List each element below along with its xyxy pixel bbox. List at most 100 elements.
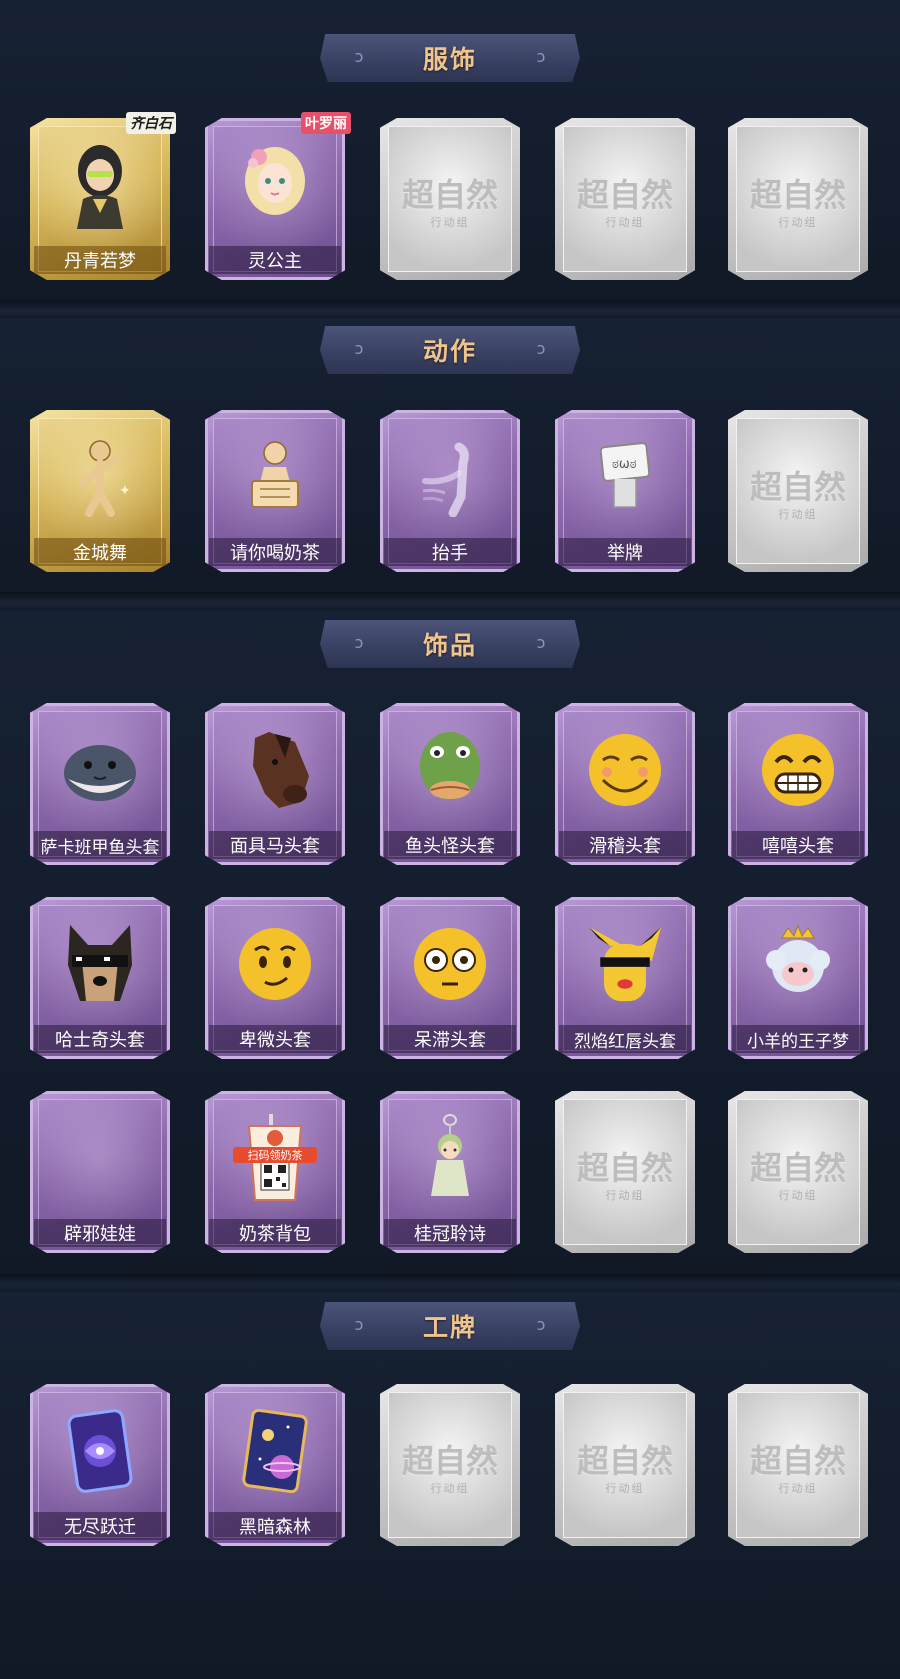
- action-card-4[interactable]: ಠωಠ 举牌: [555, 410, 695, 572]
- fish-head-icon: [60, 725, 140, 815]
- swirl-icon: ↄ: [354, 1315, 364, 1334]
- placeholder-sub: 行动组: [430, 216, 470, 229]
- placeholder-logo: 超自然: [749, 468, 846, 506]
- placeholder-sub: 行动组: [778, 1189, 818, 1202]
- card-label: 萨卡班甲鱼头套: [34, 831, 166, 859]
- locked-placeholder: 超自然 行动组: [555, 170, 695, 230]
- card-label: 辟邪娃娃: [34, 1219, 166, 1247]
- character-portrait-icon: [235, 140, 315, 230]
- accessory-card[interactable]: 桂冠聆诗: [380, 1091, 520, 1253]
- placeholder-logo: 超自然: [576, 1442, 673, 1480]
- section-header-badge: ↄ ↄ 工牌: [320, 1302, 580, 1350]
- locked-placeholder: 超自然 行动组: [728, 1143, 868, 1203]
- locked-placeholder: 超自然 行动组: [728, 170, 868, 230]
- charm-pendant-icon: [410, 1113, 490, 1203]
- card-label: 抬手: [384, 538, 516, 566]
- accessory-card[interactable]: 面具马头套: [205, 703, 345, 865]
- card-label: 卑微头套: [209, 1025, 341, 1053]
- svg-text:✦: ✦: [119, 483, 131, 499]
- character-portrait-icon: [60, 140, 140, 230]
- card-label: 举牌: [559, 538, 691, 566]
- card-label: 呆滞头套: [384, 1025, 516, 1053]
- locked-card: 超自然 行动组: [555, 118, 695, 280]
- accessory-card[interactable]: 鱼头怪头套: [380, 703, 520, 865]
- section-header-costume: ↄ ↄ 服饰: [320, 34, 580, 82]
- action-card-2[interactable]: 请你喝奶茶: [205, 410, 345, 572]
- placeholder-logo: 超自然: [749, 176, 846, 214]
- badge-card-2[interactable]: 黑暗森林: [205, 1384, 345, 1546]
- locked-placeholder: 超自然 行动组: [728, 462, 868, 522]
- badge-card-1[interactable]: 无尽跃迁: [30, 1384, 170, 1546]
- placeholder-sub: 行动组: [430, 1482, 470, 1495]
- card-label: 灵公主: [209, 246, 341, 274]
- locked-card: 超自然 行动组: [380, 1384, 520, 1546]
- placeholder-logo: 超自然: [576, 1149, 673, 1187]
- dog-head-icon: [60, 919, 140, 1009]
- locked-card: 超自然 行动组: [555, 1091, 695, 1253]
- placeholder-sub: 行动组: [605, 216, 645, 229]
- accessory-card[interactable]: 滑稽头套: [555, 703, 695, 865]
- locked-placeholder: 超自然 行动组: [555, 1143, 695, 1203]
- section-header-accessory: ↄ ↄ 饰品: [320, 620, 580, 668]
- locked-card: 超自然 行动组: [380, 118, 520, 280]
- card-label: 金城舞: [34, 538, 166, 566]
- locked-card: 超自然 行动组: [728, 1091, 868, 1253]
- grin-face-icon: [758, 725, 838, 815]
- sheep-crown-icon: [758, 919, 838, 1009]
- swirl-icon: ↄ: [536, 339, 546, 358]
- swirl-icon: ↄ: [354, 339, 364, 358]
- accessory-card[interactable]: 卑微头套: [205, 897, 345, 1059]
- placeholder-sub: 行动组: [778, 508, 818, 521]
- locked-placeholder: 超自然 行动组: [380, 1436, 520, 1496]
- card-label: 烈焰红唇头套: [559, 1025, 691, 1053]
- card-label: 奶茶背包: [209, 1219, 341, 1247]
- funny-face-icon: [585, 725, 665, 815]
- placeholder-logo: 超自然: [749, 1149, 846, 1187]
- sign-board-icon: ಠωಠ: [585, 432, 665, 522]
- placeholder-logo: 超自然: [576, 176, 673, 214]
- humble-face-icon: [235, 919, 315, 1009]
- action-card-1[interactable]: ✦ 金城舞: [30, 410, 170, 572]
- yellow-mask-icon: [585, 919, 665, 1009]
- svg-text:ಠωಠ: ಠωಠ: [612, 457, 637, 472]
- card-label: 哈士奇头套: [34, 1025, 166, 1053]
- card-label: 小羊的王子梦: [732, 1025, 864, 1053]
- brand-tag: 叶罗丽: [301, 112, 351, 134]
- swirl-icon: ↄ: [536, 47, 546, 66]
- galaxy-card-icon: [60, 1406, 140, 1496]
- placeholder-logo: 超自然: [401, 176, 498, 214]
- fish-monster-icon: [410, 725, 490, 815]
- accessory-card[interactable]: 烈焰红唇头套: [555, 897, 695, 1059]
- placeholder-logo: 超自然: [401, 1442, 498, 1480]
- accessory-card[interactable]: 呆滞头套: [380, 897, 520, 1059]
- horse-head-icon: [235, 725, 315, 815]
- swirl-icon: ↄ: [536, 1315, 546, 1334]
- card-label: 请你喝奶茶: [209, 538, 341, 566]
- locked-placeholder: 超自然 行动组: [728, 1436, 868, 1496]
- card-label: 嘻嘻头套: [732, 831, 864, 859]
- action-card-3[interactable]: 抬手: [380, 410, 520, 572]
- stunned-face-icon: [410, 919, 490, 1009]
- placeholder-sub: 行动组: [605, 1482, 645, 1495]
- milk-tea-bag-icon: 扫码领奶茶: [233, 1113, 317, 1203]
- accessory-card[interactable]: 小羊的王子梦: [728, 897, 868, 1059]
- locked-placeholder: 超自然 行动组: [380, 170, 520, 230]
- accessory-card[interactable]: 嘻嘻头套: [728, 703, 868, 865]
- swirl-icon: ↄ: [354, 47, 364, 66]
- accessory-card[interactable]: 萨卡班甲鱼头套: [30, 703, 170, 865]
- accessory-card[interactable]: 哈士奇头套: [30, 897, 170, 1059]
- card-label: 无尽跃迁: [34, 1512, 166, 1540]
- card-label: 桂冠聆诗: [384, 1219, 516, 1247]
- accessory-card[interactable]: 辟邪娃娃: [30, 1091, 170, 1253]
- costume-card-1[interactable]: 齐白石 丹青若梦: [30, 112, 176, 280]
- swirl-icon: ↄ: [354, 633, 364, 652]
- card-label: 滑稽头套: [559, 831, 691, 859]
- placeholder-sub: 行动组: [605, 1189, 645, 1202]
- placeholder-sub: 行动组: [778, 1482, 818, 1495]
- card-label: 丹青若梦: [34, 246, 166, 274]
- costume-card-2[interactable]: 叶罗丽 灵公主: [205, 112, 351, 280]
- milk-tea-badge: 扫码领奶茶: [233, 1147, 317, 1163]
- accessory-card[interactable]: 扫码领奶茶 奶茶背包: [205, 1091, 345, 1253]
- locked-placeholder: 超自然 行动组: [555, 1436, 695, 1496]
- swirl-icon: ↄ: [536, 633, 546, 652]
